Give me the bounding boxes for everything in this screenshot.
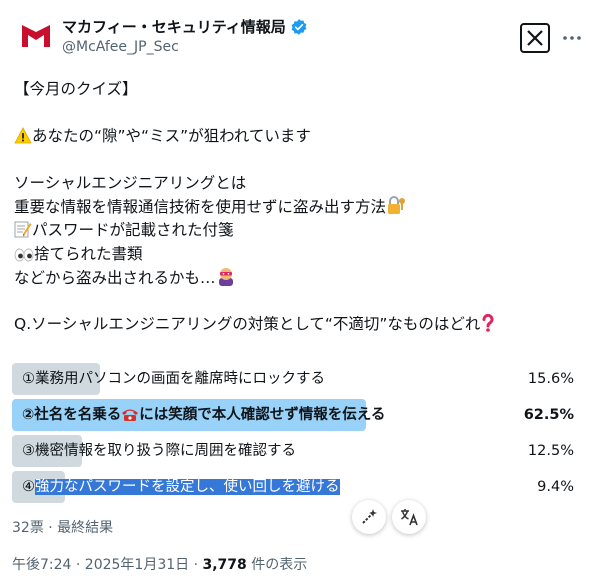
poll-option[interactable]: ③機密情報を取り扱う際に周囲を確認する 12.5% bbox=[12, 435, 582, 467]
tweet-line: 重要な情報を情報通信技術を使用せずに盗み出す方法 bbox=[14, 197, 387, 216]
poll-option-label-a: ④ bbox=[22, 479, 35, 495]
memo-icon bbox=[14, 220, 32, 246]
tweet-line: ソーシャルエンジニアリングとは bbox=[14, 174, 247, 192]
tweet-line-warning: あなたの“隙”や“ミス”が狙われています bbox=[14, 125, 584, 149]
tweet-line-memo: パスワードが記載された付箋 bbox=[14, 219, 584, 243]
avatar[interactable] bbox=[16, 16, 56, 56]
tweet-line: あなたの“隙”や“ミス”が狙われています bbox=[32, 127, 311, 145]
lock-key-icon bbox=[386, 195, 406, 223]
poll-option-percent: 12.5% bbox=[527, 443, 574, 459]
poll-summary: 32票 · 最終結果 bbox=[12, 520, 114, 536]
poll-option-label-b: には笑顔で本人確認せず情報を伝える bbox=[139, 407, 386, 423]
timestamp-text[interactable]: 午後7:24 · 2025年1月31日 · bbox=[12, 557, 203, 573]
red-question-icon bbox=[480, 313, 496, 340]
poll-option-label: ④強力なパスワードを設定し、使い回しを避ける bbox=[22, 471, 340, 503]
poll-option-label: ①業務用パソコンの画面を離席時にロックする bbox=[22, 371, 325, 387]
poll-option-percent: 62.5% bbox=[523, 407, 574, 423]
warning-icon bbox=[14, 127, 32, 152]
account-handle[interactable]: @McAfee_JP_Sec bbox=[62, 39, 308, 55]
tweet-question-line: Q.ソーシャルエンジニアリングの対策として“不適切”なものはどれ bbox=[14, 313, 584, 337]
tweet-line: 捨てられた書類 bbox=[34, 244, 143, 263]
poll-option[interactable]: ②社名を名乗る には笑顔で本人確認せず情報を伝える 62.5% bbox=[12, 399, 582, 431]
tweet-header: マカフィー・セキュリティ情報局 @McAfee_JP_Sec bbox=[12, 10, 582, 66]
display-name[interactable]: マカフィー・セキュリティ情報局 bbox=[62, 16, 286, 37]
x-logo-icon[interactable] bbox=[520, 23, 550, 53]
translate-icon[interactable] bbox=[392, 500, 426, 534]
tweet-line: パスワードが記載された付箋 bbox=[32, 221, 234, 239]
poll-option-percent: 9.4% bbox=[537, 479, 574, 495]
tweet-question: Q.ソーシャルエンジニアリングの対策として“不適切”なものはどれ bbox=[14, 315, 481, 333]
poll: ①業務用パソコンの画面を離席時にロックする 15.6% ②社名を名乗る には笑顔… bbox=[12, 363, 582, 507]
poll-option-label-a: ②社名を名乗る bbox=[22, 407, 122, 423]
poll-option-label: ②社名を名乗る には笑顔で本人確認せず情報を伝える bbox=[22, 399, 385, 431]
poll-option[interactable]: ①業務用パソコンの画面を離席時にロックする 15.6% bbox=[12, 363, 582, 395]
tweet-timestamp[interactable]: 午後7:24 · 2025年1月31日 · 3,778 件の表示 bbox=[12, 554, 307, 574]
poll-option-percent: 15.6% bbox=[527, 371, 574, 387]
view-count-suffix: 件の表示 bbox=[246, 557, 308, 573]
display-name-row[interactable]: マカフィー・セキュリティ情報局 bbox=[62, 16, 308, 37]
verified-badge-icon bbox=[290, 18, 308, 36]
tweet-body: 【今月のクイズ】 あなたの“隙”や“ミス”が狙われています ソーシャルエンジニア… bbox=[14, 78, 584, 337]
poll-option-label: ③機密情報を取り扱う際に周囲を確認する bbox=[22, 443, 296, 459]
telephone-icon bbox=[121, 402, 139, 434]
selected-text: 強力なパスワードを設定し、使い回しを避ける bbox=[35, 479, 340, 495]
tweet-line-method: 重要な情報を情報通信技術を使用せずに盗み出す方法 bbox=[14, 195, 584, 223]
floating-tools bbox=[352, 500, 426, 534]
poll-option[interactable]: ④強力なパスワードを設定し、使い回しを避ける 9.4% bbox=[12, 471, 582, 503]
masked-thief-icon bbox=[216, 266, 236, 294]
magic-wand-icon[interactable] bbox=[352, 500, 386, 534]
view-count: 3,778 bbox=[202, 557, 247, 573]
more-icon[interactable] bbox=[558, 24, 586, 52]
tweet-line-steal: などから盗み出されるかも… bbox=[14, 266, 584, 290]
tweet-line: 【今月のクイズ】 bbox=[14, 80, 138, 98]
tweet-line-eyes: 捨てられた書類 bbox=[14, 243, 584, 267]
tweet-line: などから盗み出されるかも… bbox=[14, 269, 216, 287]
